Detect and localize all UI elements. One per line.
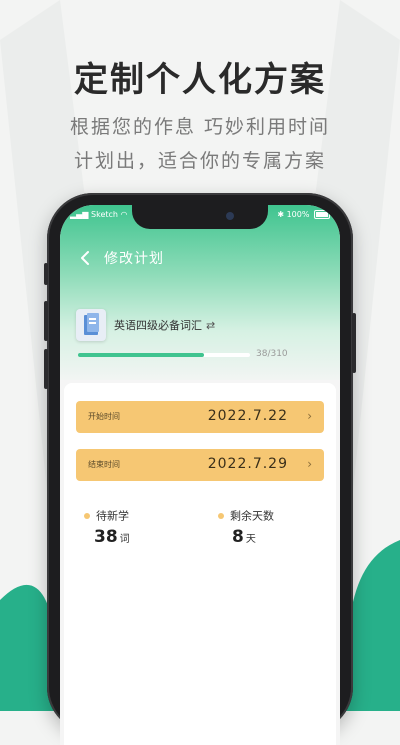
plan-card: 开始时间 2022.7.22 › 结束时间 2022.7.29 › 待新学 38… [64, 383, 336, 745]
app-screen: ▂▄▆ Sketch ◠ ✱ 100% 修改计划 英语四级必备词汇 ⇄ 38/3… [60, 205, 340, 745]
promo-subtitle-line2: 计划出，适合你的专属方案 [73, 150, 326, 172]
start-time-row[interactable]: 开始时间 2022.7.22 › [76, 401, 324, 433]
chevron-left-icon[interactable] [76, 249, 94, 267]
wifi-icon: ◠ [120, 210, 128, 219]
pending-value: 38 [94, 527, 118, 547]
carrier-label: Sketch [91, 210, 118, 219]
status-bar-right: ✱ 100% [277, 210, 330, 219]
promo-title: 定制个人化方案 [74, 60, 326, 100]
pending-label: 待新学 [96, 509, 129, 523]
end-time-value: 2022.7.29 [207, 456, 288, 472]
remaining-unit: 天 [245, 534, 256, 545]
start-time-label: 开始时间 [88, 412, 120, 421]
stat-remaining-days: 剩余天数 8天 [218, 505, 274, 547]
phone-mute-switch [44, 263, 48, 285]
phone-power-button [352, 313, 356, 373]
book-progress-fill [78, 353, 204, 357]
remaining-label: 剩余天数 [230, 509, 274, 523]
end-time-label: 结束时间 [88, 460, 120, 469]
book-cover-icon [76, 309, 106, 341]
page-title: 修改计划 [104, 251, 164, 267]
dot-icon [84, 512, 90, 519]
bluetooth-icon: ✱ [277, 210, 285, 219]
phone-volume-up [44, 301, 48, 341]
camera-icon [226, 212, 234, 220]
chevron-right-icon: › [307, 457, 312, 471]
pending-unit: 词 [119, 534, 130, 545]
signal-icon: ▂▄▆ [70, 210, 89, 219]
book-name: 英语四级必备词汇 [114, 319, 202, 332]
battery-percent: 100% [286, 210, 310, 219]
dot-icon [218, 512, 224, 519]
phone-volume-down [44, 349, 48, 389]
phone-frame: ▂▄▆ Sketch ◠ ✱ 100% 修改计划 英语四级必备词汇 ⇄ 38/3… [44, 193, 356, 745]
phone-notch [132, 205, 268, 229]
book-progress-text: 38/310 [256, 349, 288, 359]
status-bar-left: ▂▄▆ Sketch ◠ [70, 210, 128, 219]
end-time-row[interactable]: 结束时间 2022.7.29 › [76, 449, 324, 481]
swap-icon[interactable]: ⇄ [206, 319, 215, 332]
chevron-right-icon: › [307, 409, 312, 423]
book-progress-bar [78, 353, 250, 357]
stat-pending-words: 待新学 38 词 [84, 505, 130, 547]
battery-icon [314, 210, 330, 219]
promo-subtitle-line1: 根据您的作息 巧妙利用时间 [69, 116, 331, 138]
remaining-value: 8 [232, 527, 244, 547]
start-time-value: 2022.7.22 [207, 408, 288, 424]
